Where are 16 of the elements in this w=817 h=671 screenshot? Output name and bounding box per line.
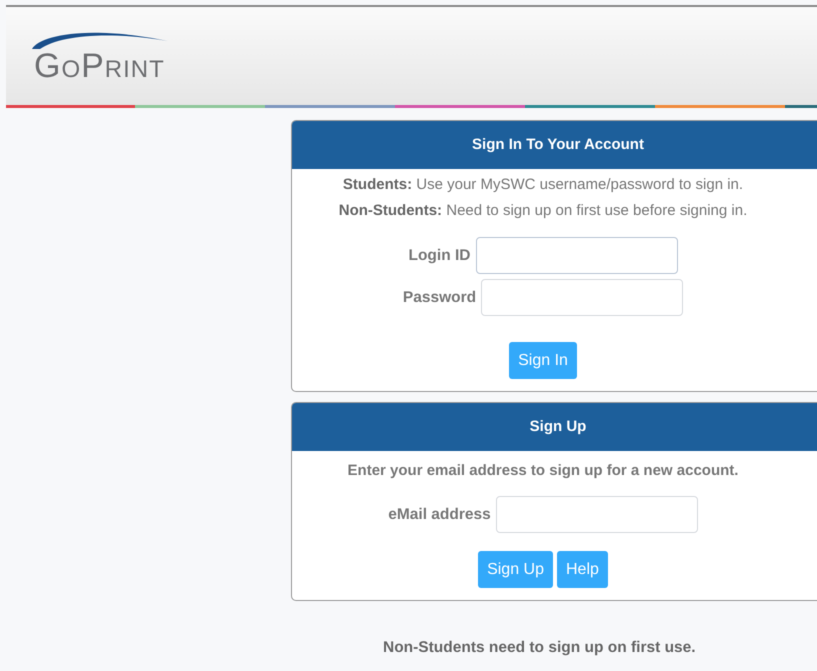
field-label: Login ID	[408, 246, 470, 264]
input-field[interactable]	[476, 237, 678, 274]
info-text: Students: Use your MySWC username/password to sign in.	[342, 175, 744, 195]
panel-title: Sign In To Your Account	[292, 121, 817, 169]
input-field[interactable]	[481, 279, 684, 316]
field-label: eMail address	[388, 506, 491, 524]
sign-in-button[interactable]: Sign In	[509, 342, 577, 379]
input-field[interactable]	[496, 496, 698, 533]
logo-text: GoPrint	[34, 49, 165, 83]
sign-up-button[interactable]: Sign Up	[478, 551, 553, 588]
field-label: Password	[402, 288, 476, 306]
footer-note: Non-Students need to sign up on first use.	[383, 639, 697, 657]
panel-title: Sign Up	[292, 403, 817, 451]
help-button[interactable]: Help	[557, 551, 608, 588]
info-text: Enter your email address to sign up for a new account.	[348, 462, 738, 479]
info-text: Non-Students: Need to sign up on first use before signing in.	[338, 201, 748, 221]
